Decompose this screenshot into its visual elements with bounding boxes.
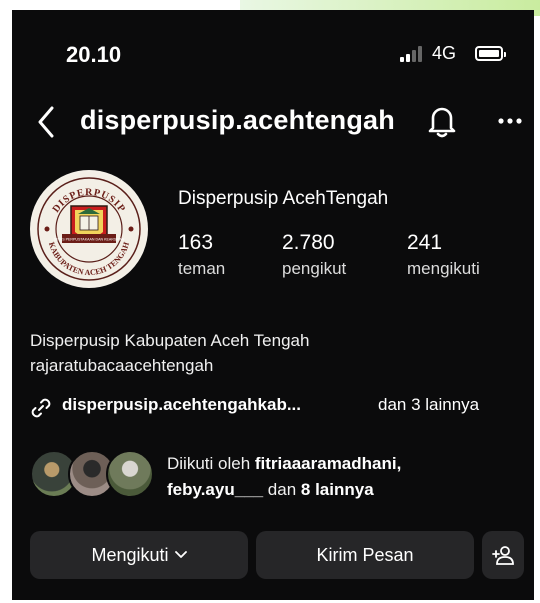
chevron-down-icon	[174, 551, 187, 558]
follower-username[interactable]: fitriaaaramadhani,	[255, 454, 401, 473]
mutual-followers[interactable]: Diikuti oleh fitriaaaramadhani, feby.ayu…	[30, 450, 530, 508]
send-message-button-label: Kirim Pesan	[316, 544, 414, 565]
profile-header: disperpusip.acehtengah	[12, 96, 534, 148]
battery-icon	[475, 46, 506, 61]
follower-username[interactable]: feby.ayu___	[167, 480, 263, 499]
stat-friends[interactable]: 163 teman	[178, 231, 225, 279]
phone-screen: 20.10 4G disperpusip.acehtengah DISPERPU…	[12, 10, 534, 600]
background-margin	[0, 0, 12, 603]
followed-by-text: Diikuti oleh fitriaaaramadhani, feby.ayu…	[167, 451, 401, 503]
following-button-label: Mengikuti	[91, 544, 169, 565]
stat-following[interactable]: 241 mengikuti	[407, 231, 480, 279]
profile-display-name: Disperpusip AcehTengah	[178, 188, 389, 209]
followed-by-prefix: Diikuti oleh	[167, 454, 255, 473]
stat-following-value: 241	[407, 231, 443, 254]
bell-icon[interactable]	[427, 104, 457, 138]
stat-friends-value: 163	[178, 231, 214, 254]
send-message-button[interactable]: Kirim Pesan	[256, 531, 474, 579]
add-person-icon	[492, 546, 514, 565]
status-bar: 20.10 4G	[12, 10, 534, 80]
back-chevron-icon[interactable]	[36, 104, 58, 140]
link-icon	[31, 398, 51, 418]
profile-link[interactable]: disperpusip.acehtengahkab...	[62, 395, 301, 415]
logo-inner-text: DINAS PERPUSTAKAAN DAN KEARSIPAN	[54, 238, 125, 242]
agency-logo-icon: DISPERPUSIP KABUPATEN ACEH TENGAH DINAS …	[32, 172, 146, 286]
profile-stats: 163 teman 2.780 pengikut 241 mengikuti	[178, 231, 518, 291]
stat-followers-label: pengikut	[282, 259, 347, 278]
profile-bio: Disperpusip Kabupaten Aceh Tengah rajara…	[30, 328, 309, 378]
followed-by-more[interactable]: 8 lainnya	[301, 480, 374, 499]
status-time: 20.10	[66, 42, 122, 67]
more-options-icon[interactable]	[496, 116, 524, 126]
stat-followers[interactable]: 2.780 pengikut	[282, 231, 346, 279]
bio-line: rajaratubacaacehtengah	[30, 356, 214, 375]
stat-followers-value: 2.780	[282, 231, 335, 254]
follower-avatar	[106, 450, 154, 498]
network-type: 4G	[432, 43, 457, 63]
suggest-people-button[interactable]	[482, 531, 524, 579]
stat-friends-label: teman	[178, 259, 226, 278]
following-button[interactable]: Mengikuti	[30, 531, 248, 579]
profile-username: disperpusip.acehtengah	[80, 105, 395, 135]
profile-link-more[interactable]: dan 3 lainnya	[378, 395, 479, 415]
followed-by-suffix: dan	[263, 480, 301, 499]
cellular-signal-icon	[400, 46, 426, 62]
bio-line: Disperpusip Kabupaten Aceh Tengah	[30, 331, 310, 350]
stat-following-label: mengikuti	[407, 259, 480, 278]
profile-avatar[interactable]: DISPERPUSIP KABUPATEN ACEH TENGAH DINAS …	[30, 170, 148, 288]
